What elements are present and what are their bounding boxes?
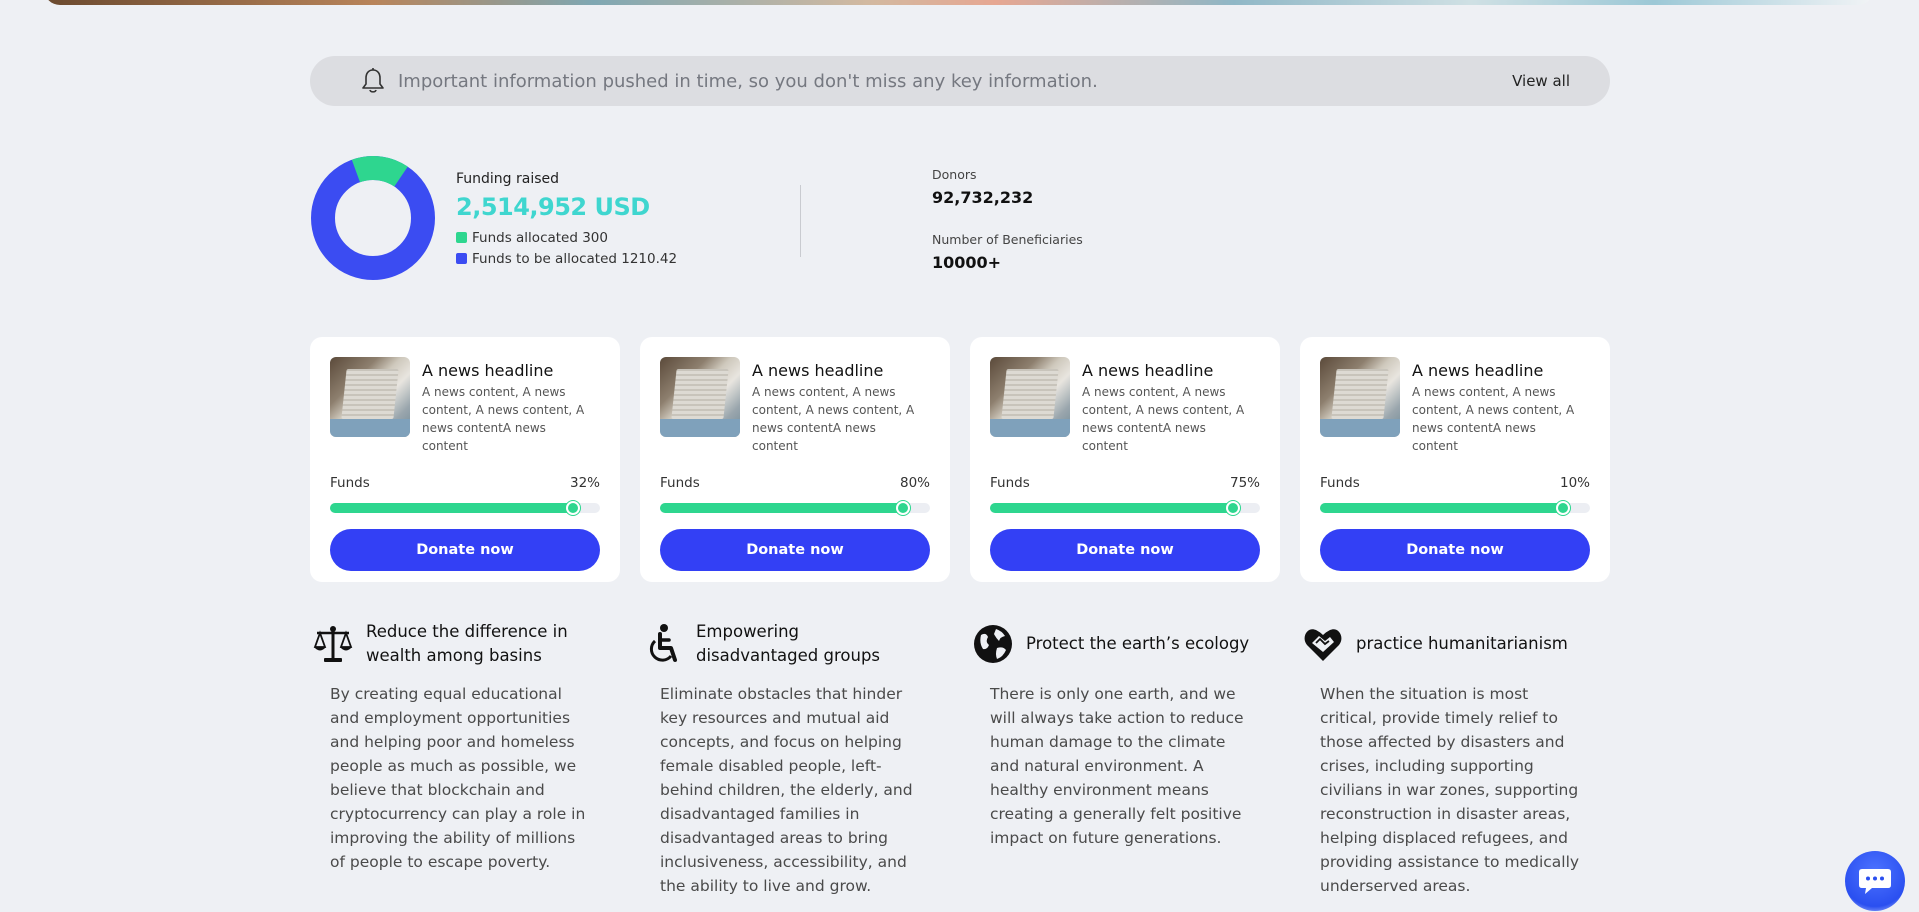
donors-label: Donors <box>932 167 977 182</box>
chat-bubble-icon <box>1859 869 1891 894</box>
feature-title: Reduce the difference in wealth among ba… <box>366 622 568 665</box>
card-title[interactable]: A news headline <box>422 361 592 380</box>
feature-item: Reduce the difference in wealth among ba… <box>310 620 590 874</box>
donate-button[interactable]: Donate now <box>330 529 600 571</box>
feature-title: Protect the earth’s ecology <box>1026 634 1250 653</box>
project-card: A news headline A news content, A news c… <box>640 337 950 582</box>
legend-swatch <box>456 253 467 264</box>
progress-knob <box>1556 501 1570 515</box>
progress-knob <box>566 501 580 515</box>
beneficiaries-label: Number of Beneficiaries <box>932 232 1083 247</box>
donate-button[interactable]: Donate now <box>1320 529 1590 571</box>
legend-label: Funds to be allocated 1210.42 <box>472 250 678 267</box>
feature-description: There is only one earth, and we will alw… <box>990 685 1244 847</box>
project-card: A news headline A news content, A news c… <box>1300 337 1610 582</box>
progress-fill <box>990 503 1233 513</box>
progress-fill <box>660 503 903 513</box>
hero-image-strip <box>44 0 1874 5</box>
donors-stat: Donors 92,732,232 <box>932 167 1033 207</box>
project-card: A news headline A news content, A news c… <box>970 337 1280 582</box>
feature-description: Eliminate obstacles that hinder key reso… <box>660 685 913 895</box>
card-title[interactable]: A news headline <box>752 361 922 380</box>
feature-description: By creating equal educational and employ… <box>330 685 586 871</box>
feature-item: practice humanitarianism When the situat… <box>1300 620 1580 898</box>
project-card: A news headline A news content, A news c… <box>310 337 620 582</box>
card-body: A news content, A news content, A news c… <box>1082 385 1245 453</box>
funds-percent: 80% <box>899 475 930 491</box>
progress-fill <box>330 503 573 513</box>
progress-knob <box>1226 501 1240 515</box>
funds-progress-bar <box>1320 501 1590 515</box>
card-body: A news content, A news content, A news c… <box>752 385 915 453</box>
funds-percent: 32% <box>569 475 600 491</box>
legend-item: Funds allocated 300 <box>456 227 677 248</box>
view-all-link[interactable]: View all <box>1512 72 1570 90</box>
wheelchair-icon <box>649 624 677 662</box>
funding-amount: 2,514,952 USD <box>456 193 650 221</box>
funds-label: Funds <box>990 475 1030 491</box>
legend-swatch <box>456 232 467 243</box>
feature-title: Empowering disadvantaged groups <box>696 622 881 665</box>
bell-icon <box>362 68 384 93</box>
donate-button[interactable]: Donate now <box>660 529 930 571</box>
funds-percent: 10% <box>1559 475 1590 491</box>
donors-value: 92,732,232 <box>932 188 1034 207</box>
funds-label: Funds <box>330 475 370 491</box>
beneficiaries-stat: Number of Beneficiaries 10000+ <box>932 232 1083 272</box>
donut-track <box>311 156 435 280</box>
funding-donut-chart <box>311 156 435 280</box>
news-thumbnail[interactable] <box>990 357 1070 437</box>
card-title[interactable]: A news headline <box>1412 361 1582 380</box>
funding-legend: Funds allocated 300 Funds to be allocate… <box>456 227 677 269</box>
funding-stats: Funding raised 2,514,952 USD Funds alloc… <box>310 155 1610 285</box>
feature-item: Protect the earth’s ecology There is onl… <box>970 620 1250 850</box>
card-body: A news content, A news content, A news c… <box>1412 385 1575 453</box>
notice-bar: Important information pushed in time, so… <box>310 56 1610 106</box>
beneficiaries-value: 10000+ <box>932 253 1002 272</box>
globe-icon <box>974 625 1012 663</box>
legend-label: Funds allocated 300 <box>472 229 608 246</box>
donate-button[interactable]: Donate now <box>990 529 1260 571</box>
funds-progress-bar <box>330 501 600 515</box>
project-cards: A news headline A news content, A news c… <box>310 337 1610 582</box>
card-body: A news content, A news content, A news c… <box>422 385 585 453</box>
funds-progress-bar <box>990 501 1260 515</box>
news-thumbnail[interactable] <box>660 357 740 437</box>
funding-label: Funding raised <box>456 171 560 187</box>
news-thumbnail[interactable] <box>1320 357 1400 437</box>
funds-progress-bar <box>660 501 930 515</box>
feature-item: Empowering disadvantaged groups Eliminat… <box>640 620 920 898</box>
progress-fill <box>1320 503 1563 513</box>
heart-hands-icon <box>1304 629 1342 661</box>
stats-divider <box>800 185 801 257</box>
funds-percent: 75% <box>1229 475 1260 491</box>
scales-icon <box>313 626 353 662</box>
progress-knob <box>896 501 910 515</box>
notice-message: Important information pushed in time, so… <box>398 70 1098 92</box>
funds-label: Funds <box>1320 475 1360 491</box>
funds-label: Funds <box>660 475 700 491</box>
legend-item: Funds to be allocated 1210.42 <box>456 248 677 269</box>
news-thumbnail[interactable] <box>330 357 410 437</box>
feature-title: practice humanitarianism <box>1356 634 1568 653</box>
card-title[interactable]: A news headline <box>1082 361 1252 380</box>
chat-button[interactable] <box>1845 851 1905 911</box>
feature-description: When the situation is most critical, pro… <box>1320 685 1580 895</box>
